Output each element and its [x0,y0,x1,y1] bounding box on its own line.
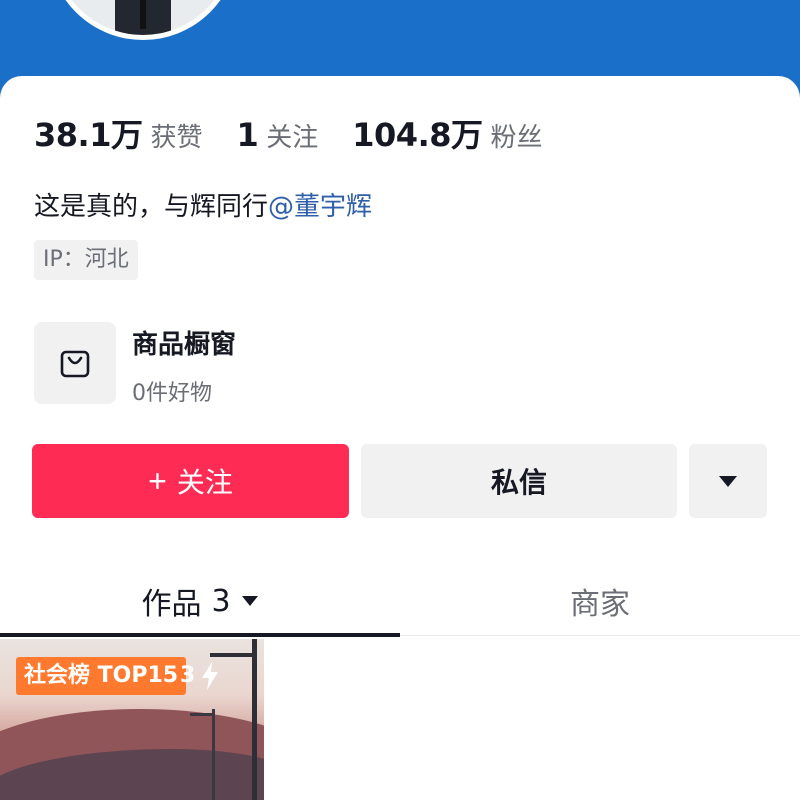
tab-works[interactable]: 作品 3 [0,566,400,636]
shop-window-entry[interactable]: 商品橱窗 0件好物 [34,322,236,407]
ranking-number: 3 [180,663,196,688]
tab-works-count: 3 [211,583,231,619]
shopping-bag-icon [60,350,90,378]
follow-button[interactable]: + 关注 [32,444,349,518]
stat-following[interactable]: 1 关注 [236,116,318,154]
shop-icon-box [34,322,116,404]
streetlight-pole [252,639,257,800]
more-options-button[interactable] [689,444,767,518]
tab-merchant-label: 商家 [570,587,630,622]
profile-stats: 38.1万 获赞 1 关注 104.8万 粉丝 [34,110,577,156]
profile-bio: 这是真的，与辉同行@董宇辉 [34,186,372,223]
stat-likes-value: 38.1万 [34,116,143,154]
message-button[interactable]: 私信 [361,444,677,518]
bio-text: 这是真的，与辉同行 [34,192,269,222]
ip-location-tag: IP：河北 [34,240,138,280]
ranking-badge: 社会榜 TOP15 [16,657,187,695]
active-tab-indicator [0,633,400,637]
streetlight-arm-far [190,713,214,716]
follow-button-label: 关注 [176,467,233,498]
stat-followers-value: 104.8万 [352,116,483,154]
message-button-label: 私信 [490,467,547,498]
triangle-down-icon [719,476,737,487]
avatar[interactable] [48,0,238,40]
tab-works-label: 作品 [141,587,202,622]
lightning-icon [202,662,219,690]
shop-subtitle: 0件好物 [132,381,212,406]
stat-likes[interactable]: 38.1万 获赞 [34,110,202,156]
plus-icon: + [148,462,167,499]
stat-followers-label: 粉丝 [490,123,543,153]
stat-following-label: 关注 [266,123,319,153]
content-tabs: 作品 3 商家 [0,566,800,637]
caret-down-icon[interactable] [241,595,259,607]
stat-following-value: 1 [236,116,259,154]
profile-card: 38.1万 获赞 1 关注 104.8万 粉丝 这是真的，与辉同行@董宇辉 IP… [0,76,800,800]
bio-mention-link[interactable]: @董宇辉 [268,192,372,222]
video-thumbnail[interactable]: 社会榜 TOP15 3 [0,639,264,800]
tab-merchant[interactable]: 商家 [400,566,800,636]
stat-likes-label: 获赞 [150,123,203,153]
shop-title: 商品橱窗 [132,330,237,360]
ranking-extra: 3 [180,657,221,695]
stat-followers[interactable]: 104.8万 粉丝 [352,110,542,156]
streetlight-pole-far [212,709,215,800]
avatar-figure [115,0,171,35]
